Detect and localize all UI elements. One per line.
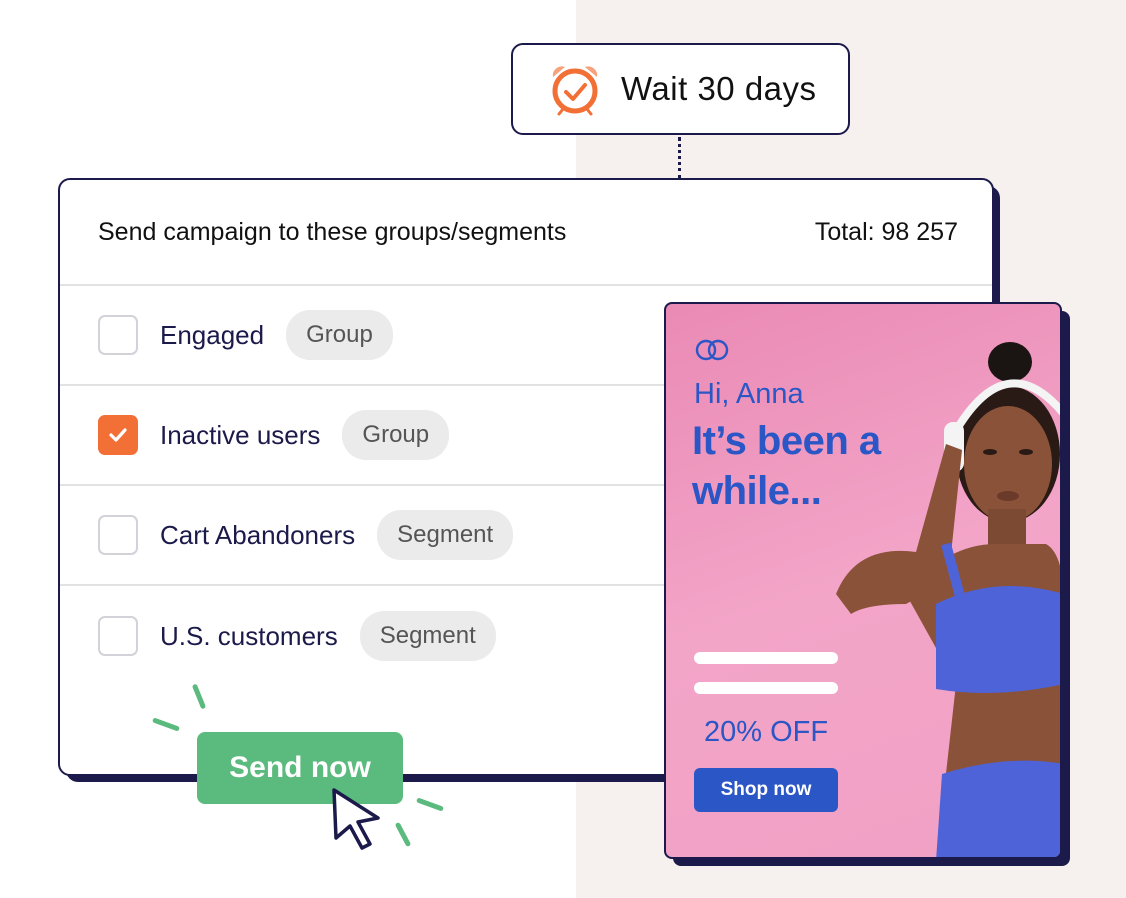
- checkbox-us-customers[interactable]: [98, 616, 138, 656]
- shop-now-button[interactable]: Shop now: [694, 768, 838, 812]
- row-label: U.S. customers: [160, 620, 338, 651]
- interlocking-rings-logo: [695, 339, 729, 361]
- type-badge: Group: [342, 410, 450, 460]
- email-preview: Hi, Anna It’s been a while... 20% OFF Sh…: [664, 302, 1062, 859]
- checkbox-inactive-users[interactable]: [98, 415, 138, 455]
- flow-connector: [678, 137, 681, 179]
- card-header: Send campaign to these groups/segments T…: [60, 180, 992, 286]
- alarm-clock-icon: [552, 66, 598, 116]
- recipient-total: Total: 98 257: [814, 217, 958, 246]
- checkbox-engaged[interactable]: [98, 315, 138, 355]
- sparkle-dash: [415, 797, 445, 812]
- discount-label: 20% OFF: [704, 716, 829, 748]
- row-label: Cart Abandoners: [160, 519, 356, 550]
- row-label: Engaged: [160, 319, 265, 350]
- text-placeholder-line: [694, 652, 838, 664]
- checkbox-cart-abandoners[interactable]: [98, 515, 138, 555]
- mouse-pointer-icon: [332, 788, 380, 850]
- type-badge: Segment: [359, 611, 496, 661]
- wait-label: Wait 30 days: [621, 70, 817, 107]
- email-greeting: Hi, Anna: [694, 378, 804, 410]
- checkmark-icon: [109, 428, 127, 442]
- email-headline: It’s been a while...: [692, 419, 881, 513]
- row-label: Inactive users: [160, 419, 321, 450]
- type-badge: Segment: [377, 510, 514, 560]
- card-title: Send campaign to these groups/segments: [98, 217, 567, 246]
- sparkle-dash: [394, 821, 412, 848]
- text-placeholder-line: [694, 682, 838, 694]
- type-badge: Group: [286, 310, 393, 360]
- wait-node[interactable]: Wait 30 days: [511, 43, 850, 135]
